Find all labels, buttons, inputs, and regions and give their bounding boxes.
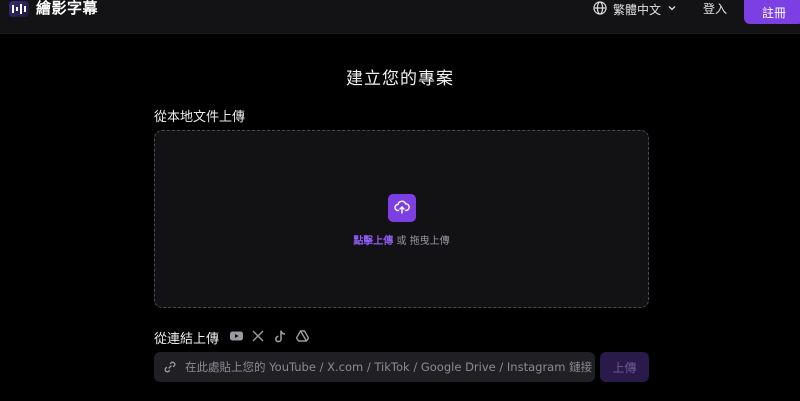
chevron-down-icon (667, 2, 677, 16)
drag-upload-text: 拖曳上傳 (409, 236, 450, 247)
globe-icon (593, 0, 607, 18)
link-icon (164, 360, 178, 374)
file-dropzone[interactable]: 點擊上傳 或 拖曳上傳 (154, 130, 649, 308)
x-icon (251, 329, 265, 343)
youtube-icon (229, 329, 243, 343)
logo-icon[interactable] (9, 1, 29, 17)
dropzone-instructions: 點擊上傳 或 拖曳上傳 (155, 232, 648, 247)
language-label: 繁體中文 (613, 2, 662, 17)
or-text: 或 (396, 236, 407, 247)
upload-button[interactable] (388, 194, 416, 222)
brand-name[interactable]: 繪影字幕 (36, 0, 98, 17)
link-input-container[interactable] (154, 352, 595, 382)
cloud-upload-icon (394, 199, 410, 218)
tiktok-icon (273, 329, 287, 343)
click-upload-link[interactable]: 點擊上傳 (353, 236, 393, 247)
local-upload-label: 從本地文件上傳 (154, 110, 246, 125)
language-selector[interactable]: 繁體中文 (593, 0, 677, 18)
google-drive-icon (295, 329, 309, 343)
link-url-input[interactable] (185, 360, 595, 374)
top-header: 繪影字幕 繁體中文 登入 註冊 (0, 0, 800, 34)
login-link[interactable]: 登入 (703, 1, 727, 17)
signup-button[interactable]: 註冊 (744, 0, 800, 24)
platform-icons (229, 329, 309, 343)
link-upload-button[interactable]: 上傳 (600, 352, 649, 382)
page-title: 建立您的專案 (346, 69, 454, 89)
link-upload-label: 從連結上傳 (154, 332, 220, 347)
